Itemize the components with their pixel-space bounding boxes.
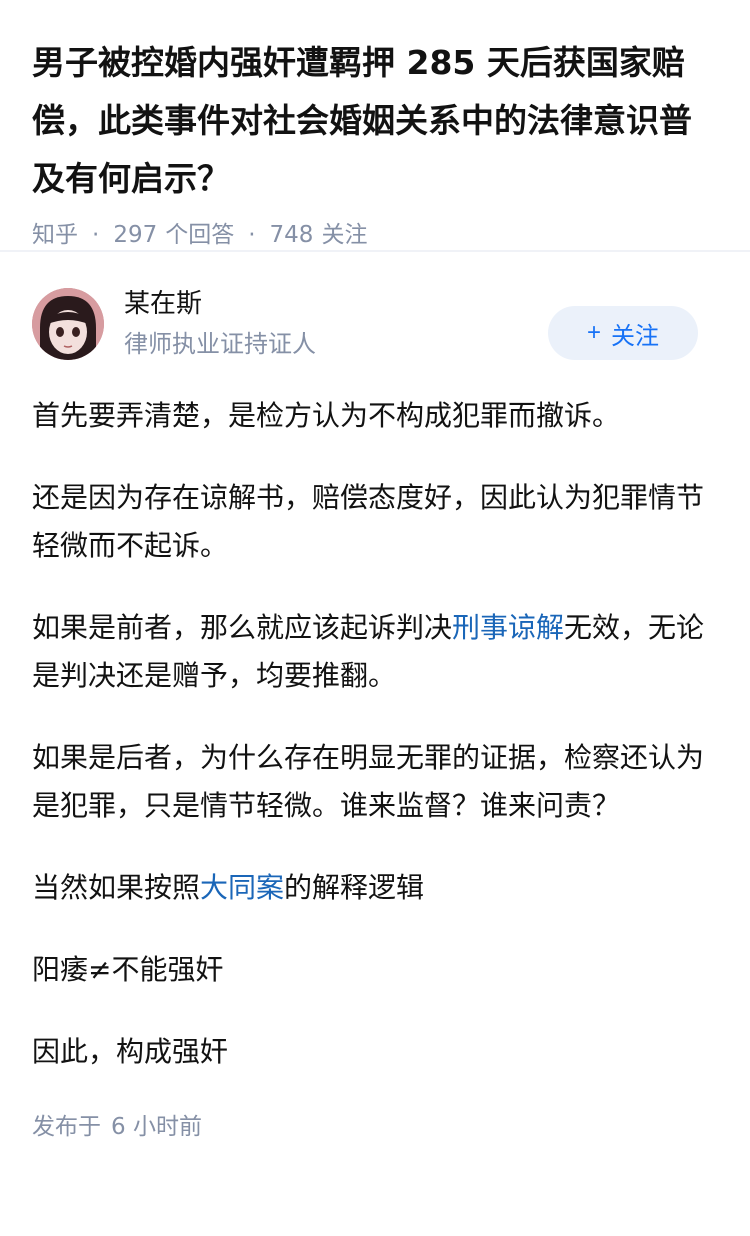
follows-count: 748	[269, 222, 314, 248]
paragraph: 因此，构成强奸	[32, 1035, 229, 1068]
paragraph: 首先要弄清楚，是检方认为不构成犯罪而撤诉。	[32, 399, 621, 432]
link-datong-case[interactable]: 大同案	[200, 871, 284, 904]
paragraph-text: 当然如果按照	[32, 871, 201, 904]
paragraph: 如果是前者，那么就应该起诉判决刑事谅解无效，无论是判决还是赠予，均要推翻。	[32, 604, 718, 700]
link-criminal-reconciliation[interactable]: 刑事谅解	[452, 611, 564, 644]
paragraph-text: 的解释逻辑	[284, 871, 425, 904]
paragraph: 当然如果按照大同案的解释逻辑	[32, 864, 718, 912]
follow-button[interactable]: + 关注	[548, 306, 698, 360]
paragraph-text: 如果是前者，那么就应该起诉判决	[32, 611, 453, 644]
paragraph: 阳痿≠不能强奸	[32, 953, 224, 986]
question-header: 男子被控婚内强奸遭羁押 285 天后获国家赔偿，此类事件对社会婚姻关系中的法律意…	[0, 0, 750, 250]
author-name[interactable]: 某在斯	[124, 286, 548, 322]
publish-label: 发布于	[32, 1114, 101, 1140]
source-label[interactable]: 知乎	[32, 218, 78, 252]
answer: 某在斯 律师执业证持证人 + 关注 首先要弄清楚，是检方认为不构成犯罪而撤诉。 …	[0, 252, 750, 1144]
author-badge: 律师执业证持证人	[124, 330, 316, 358]
follows-label[interactable]: 关注	[321, 218, 367, 252]
question-title[interactable]: 男子被控婚内强奸遭羁押 285 天后获国家赔偿，此类事件对社会婚姻关系中的法律意…	[32, 34, 718, 208]
separator-dot: ·	[92, 222, 100, 248]
avatar-image	[32, 288, 104, 360]
answers-count: 297	[113, 222, 158, 248]
publish-time-value: 6 小时前	[111, 1114, 202, 1140]
avatar[interactable]	[32, 288, 104, 360]
question-meta: 知乎 · 297 个回答 · 748 关注	[32, 218, 718, 252]
answer-content: 首先要弄清楚，是检方认为不构成犯罪而撤诉。 还是因为存在谅解书，赔偿态度好，因此…	[32, 392, 718, 1076]
author-row: 某在斯 律师执业证持证人 + 关注	[32, 286, 718, 362]
author-info: 某在斯 律师执业证持证人	[124, 286, 548, 362]
follow-button-label: 关注	[611, 322, 659, 350]
plus-icon: +	[586, 319, 601, 346]
publish-time: 发布于 6 小时前	[32, 1110, 718, 1144]
paragraph: 如果是后者，为什么存在明显无罪的证据，检察还认为是犯罪，只是情节轻微。谁来监督？…	[32, 741, 705, 822]
answers-label[interactable]: 个回答	[165, 218, 234, 252]
paragraph: 还是因为存在谅解书，赔偿态度好，因此认为犯罪情节轻微而不起诉。	[32, 481, 705, 562]
separator-dot: ·	[248, 222, 256, 248]
